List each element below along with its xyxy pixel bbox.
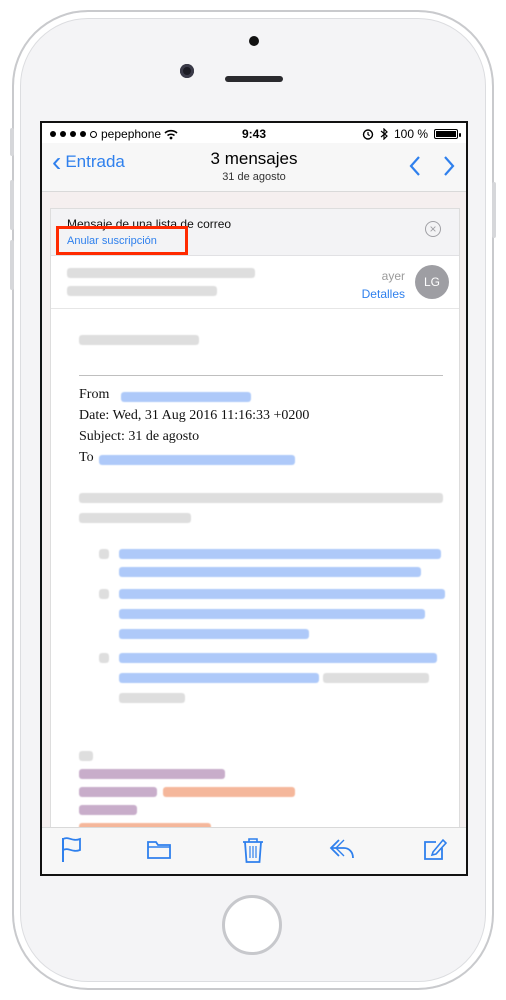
trash-icon[interactable] xyxy=(240,836,266,864)
subject-line: Subject: 31 de agosto xyxy=(79,429,200,444)
bottom-toolbar xyxy=(42,827,466,874)
body-redacted-1 xyxy=(79,493,443,503)
nav-bar: ‹ Entrada 3 mensajes 31 de agosto xyxy=(42,143,466,192)
proximity-sensor xyxy=(249,36,259,46)
page-subtitle: 31 de agosto xyxy=(222,171,286,183)
list-link-redacted-3b[interactable] xyxy=(119,673,319,683)
reply-icon[interactable] xyxy=(328,836,356,862)
bluetooth-icon xyxy=(380,128,388,140)
nav-title-group: 3 mensajes 31 de agosto xyxy=(42,149,466,183)
power-button xyxy=(492,182,496,238)
status-right: 100 % xyxy=(362,127,461,141)
volume-down-button xyxy=(10,240,14,290)
battery-icon xyxy=(434,129,461,139)
sender-name-redacted xyxy=(67,268,255,278)
alarm-icon xyxy=(362,129,374,140)
front-camera xyxy=(180,64,194,78)
status-bar: pepephone 9:43 100 % xyxy=(42,123,466,143)
signature-redacted-2 xyxy=(79,787,157,797)
list-link-redacted-1b[interactable] xyxy=(119,567,421,577)
signature-redacted-3 xyxy=(79,805,137,815)
earpiece-speaker xyxy=(225,76,283,82)
from-line: From xyxy=(79,387,109,403)
list-link-redacted-1[interactable] xyxy=(119,549,441,559)
message-nav xyxy=(408,155,456,177)
to-address-redacted[interactable] xyxy=(99,455,295,465)
chevron-right-icon[interactable] xyxy=(442,155,456,177)
details-link[interactable]: Detalles xyxy=(362,287,405,301)
close-icon[interactable]: × xyxy=(425,221,441,237)
battery-fill xyxy=(436,131,456,137)
list-number-redacted xyxy=(99,549,109,559)
unsubscribe-highlight xyxy=(56,226,188,255)
message-area: Mensaje de una lista de correo Anular su… xyxy=(42,192,466,838)
list-number-redacted xyxy=(99,653,109,663)
signature-redacted-0 xyxy=(79,751,93,761)
body-redacted-4 xyxy=(119,693,185,703)
avatar[interactable]: LG xyxy=(415,265,449,299)
sender-address-redacted xyxy=(67,286,217,296)
to-label: To xyxy=(79,450,94,465)
message-time: ayer xyxy=(381,269,405,283)
flag-icon[interactable] xyxy=(60,836,84,864)
compose-icon[interactable] xyxy=(422,836,448,862)
battery-percent: 100 % xyxy=(393,127,428,141)
list-link-redacted-2[interactable] xyxy=(119,589,445,599)
mute-switch xyxy=(10,128,14,156)
page-title: 3 mensajes xyxy=(210,149,298,168)
date-line: Date: Wed, 31 Aug 2016 11:16:33 +0200 xyxy=(79,408,310,423)
folder-icon[interactable] xyxy=(146,836,172,862)
from-address-redacted[interactable] xyxy=(121,392,251,402)
intro-redacted xyxy=(79,335,199,345)
body-redacted-3 xyxy=(323,673,429,683)
mailing-list-banner: Mensaje de una lista de correo Anular su… xyxy=(51,209,459,256)
list-link-redacted-3[interactable] xyxy=(119,653,437,663)
list-link-redacted-2b[interactable] xyxy=(119,609,425,619)
to-line: To xyxy=(79,450,94,466)
screen: pepephone 9:43 100 % ‹ Entrada 3 mensaje… xyxy=(40,121,468,876)
list-number-redacted xyxy=(99,589,109,599)
signature-link-redacted[interactable] xyxy=(163,787,295,797)
home-button[interactable] xyxy=(222,895,282,955)
volume-up-button xyxy=(10,180,14,230)
message-card: Mensaje de una lista de correo Anular su… xyxy=(50,208,460,838)
body-redacted-2 xyxy=(79,513,191,523)
chevron-left-icon[interactable] xyxy=(408,155,422,177)
list-link-redacted-2c[interactable] xyxy=(119,629,309,639)
quote-divider xyxy=(79,375,443,376)
from-label: From xyxy=(79,387,110,402)
signature-redacted-1 xyxy=(79,769,225,779)
